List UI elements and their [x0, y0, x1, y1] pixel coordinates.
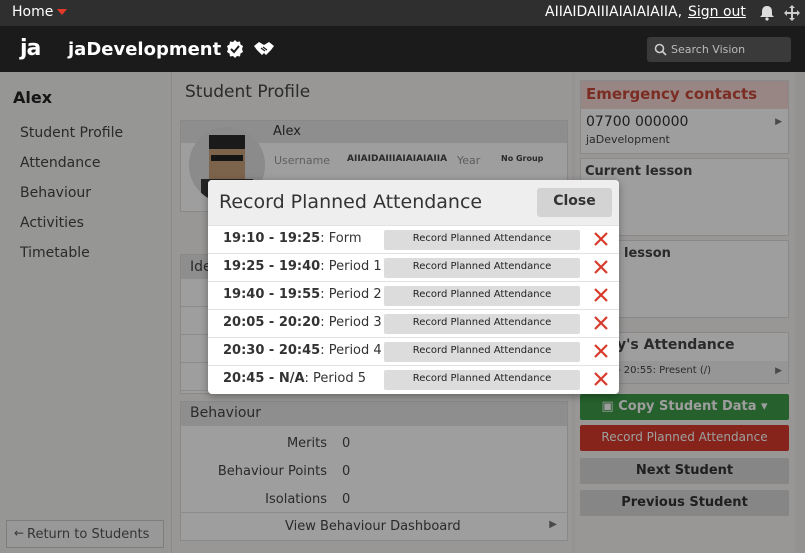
- period-time: 19:25 - 19:40: Period 1: [223, 259, 382, 274]
- period-time: 19:10 - 19:25: Form: [223, 231, 362, 246]
- search-input[interactable]: [671, 40, 786, 59]
- period-time: 19:40 - 19:55: Period 2: [223, 287, 382, 302]
- attendance-row: 20:05 - 20:20: Period 3 Record Planned A…: [208, 309, 619, 337]
- attendance-row: 20:45 - N/A: Period 5 Record Planned Att…: [208, 365, 619, 393]
- logo[interactable]: ja: [20, 36, 41, 61]
- search-icon: [654, 43, 667, 56]
- modal-header: Record Planned Attendance Close: [208, 180, 619, 225]
- close-x-icon[interactable]: [593, 286, 609, 304]
- close-button[interactable]: Close: [537, 188, 612, 217]
- record-attendance-row-button[interactable]: Record Planned Attendance: [384, 230, 580, 250]
- period-time: 20:30 - 20:45: Period 4: [223, 343, 382, 358]
- close-x-icon[interactable]: [593, 258, 609, 276]
- period-time: 20:45 - N/A: Period 5: [223, 371, 366, 386]
- attendance-row: 19:40 - 19:55: Period 2 Record Planned A…: [208, 281, 619, 309]
- close-x-icon[interactable]: [593, 314, 609, 332]
- caret-down-icon: [57, 9, 68, 15]
- record-attendance-row-button[interactable]: Record Planned Attendance: [384, 286, 580, 306]
- top-bar: Home AIIAIDAIIIAIAIAIAIIA, Sign out: [0, 0, 805, 26]
- record-attendance-row-button[interactable]: Record Planned Attendance: [384, 342, 580, 362]
- attendance-row: 19:10 - 19:25: Form Record Planned Atten…: [208, 225, 619, 253]
- close-x-icon[interactable]: [593, 230, 609, 248]
- record-attendance-row-button[interactable]: Record Planned Attendance: [384, 314, 580, 334]
- period-time: 20:05 - 20:20: Period 3: [223, 315, 382, 330]
- attendance-row: 20:30 - 20:45: Period 4 Record Planned A…: [208, 337, 619, 365]
- record-attendance-row-button[interactable]: Record Planned Attendance: [384, 258, 580, 278]
- modal-title: Record Planned Attendance: [219, 191, 483, 213]
- record-attendance-modal: Record Planned Attendance Close 19:10 - …: [208, 180, 619, 394]
- home-label: Home: [12, 4, 54, 20]
- record-attendance-row-button[interactable]: Record Planned Attendance: [384, 370, 580, 390]
- app-name: jaDevelopment: [68, 39, 222, 60]
- handshake-icon: [254, 42, 274, 55]
- attendance-row: 19:25 - 19:40: Period 1 Record Planned A…: [208, 253, 619, 281]
- sign-out-link[interactable]: Sign out: [688, 4, 746, 20]
- user-name: AIIAIDAIIIAIAIAIAIIA,: [545, 4, 683, 20]
- verified-badge-icon: [227, 40, 243, 58]
- search-box[interactable]: [647, 37, 791, 62]
- bell-icon[interactable]: [758, 5, 776, 21]
- close-x-icon[interactable]: [593, 342, 609, 360]
- app-header: ja jaDevelopment: [0, 26, 805, 72]
- move-icon[interactable]: [783, 4, 801, 22]
- close-x-icon[interactable]: [593, 370, 609, 388]
- home-menu[interactable]: Home: [12, 4, 68, 20]
